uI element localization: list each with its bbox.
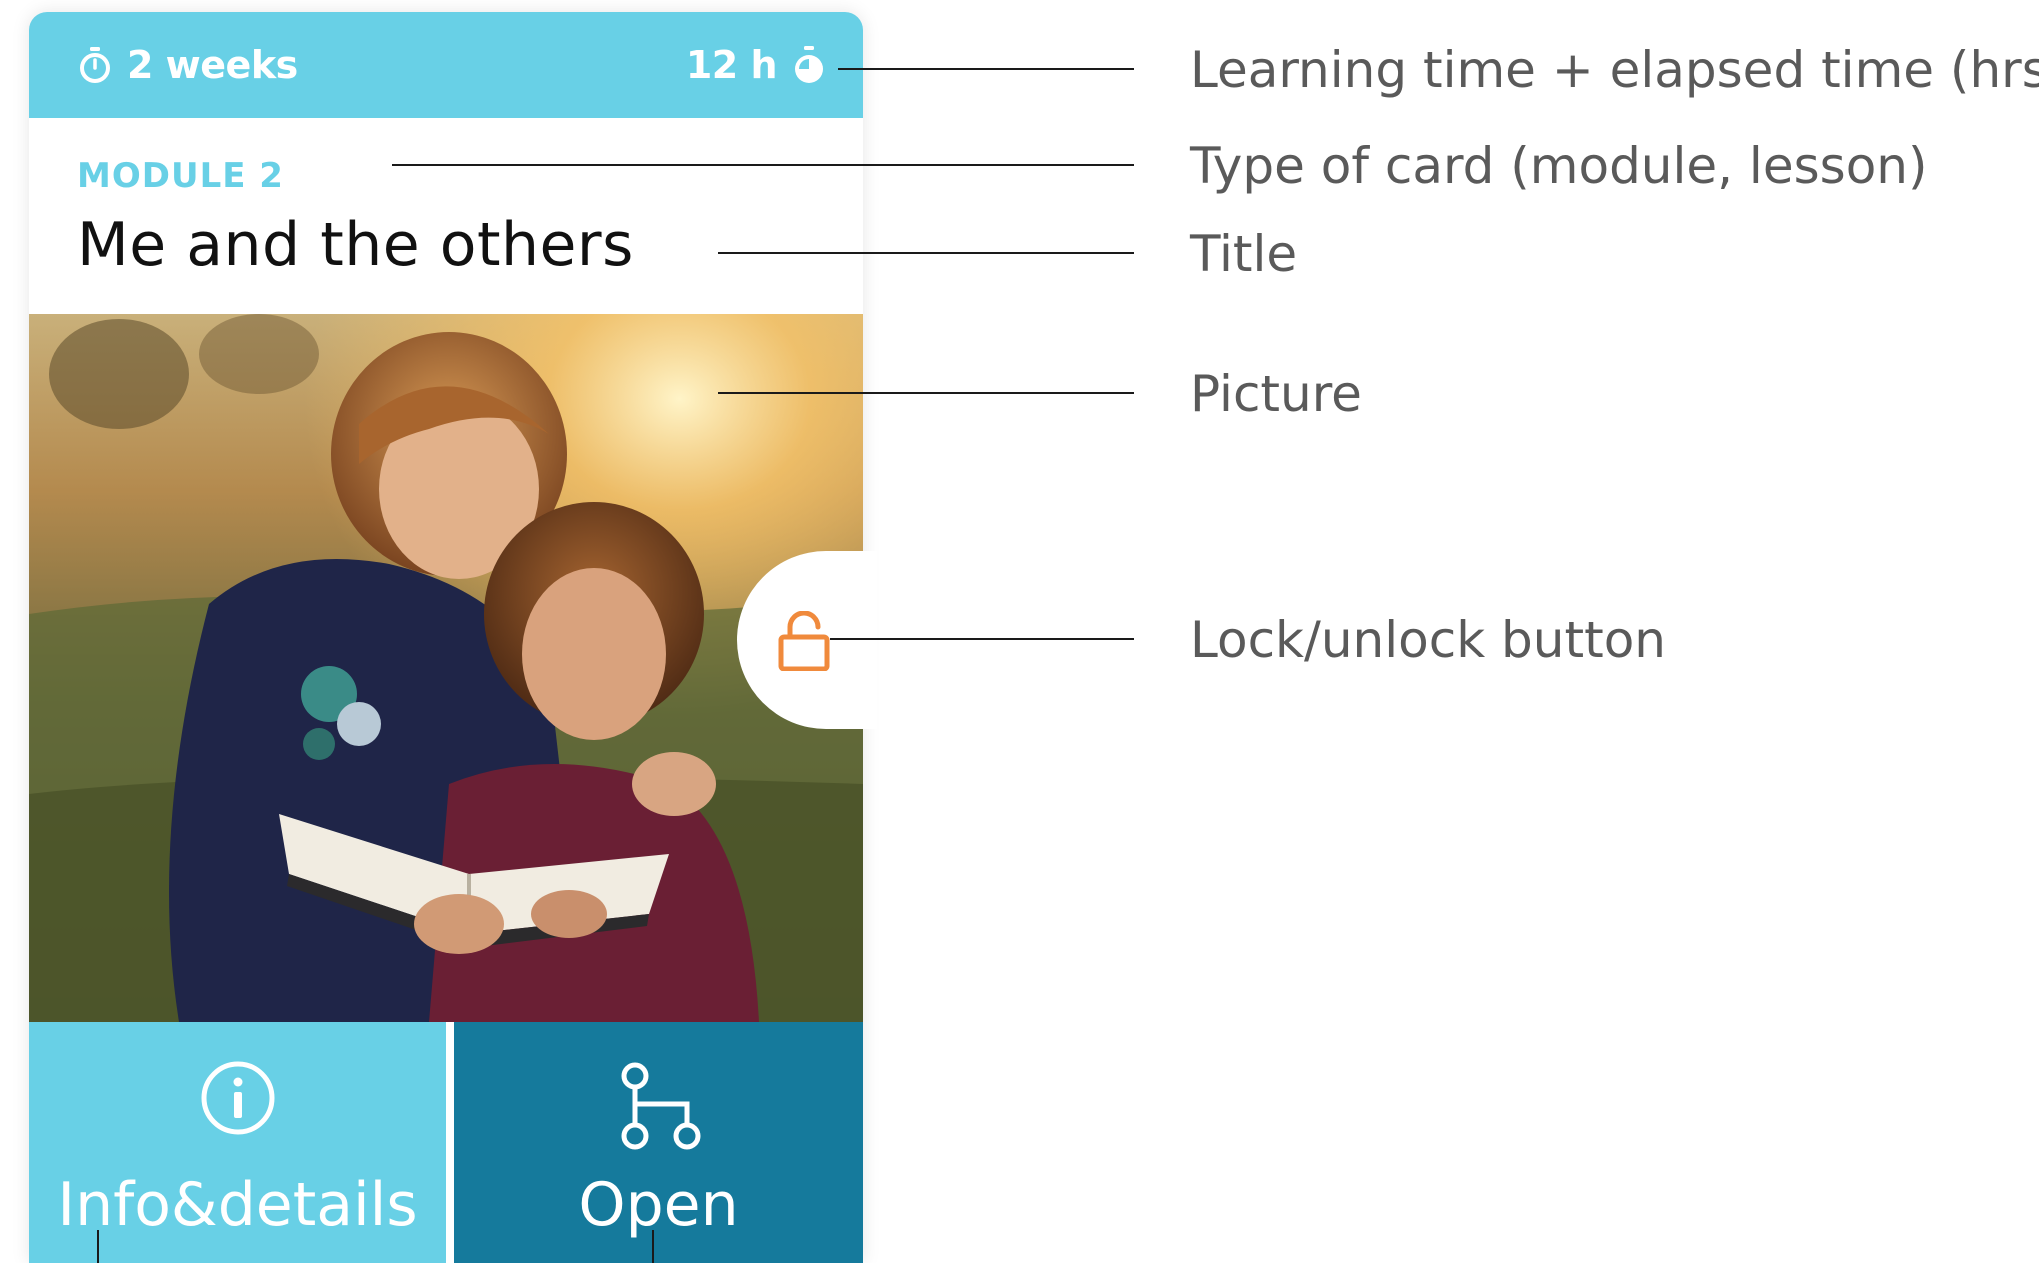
callout-line-open — [652, 1230, 654, 1263]
callout-line-lock — [830, 638, 1134, 640]
annotation-type: Type of card (module, lesson) — [1190, 137, 1928, 195]
info-circle-icon — [198, 1058, 278, 1138]
callout-line-info — [97, 1230, 99, 1263]
callout-line-title — [718, 252, 1134, 254]
learning-time: 2 weeks — [77, 40, 298, 90]
children-reading-photo — [29, 314, 863, 1022]
branch-nodes-icon — [611, 1058, 707, 1154]
card-time-bar: 2 weeks 12 h — [29, 12, 863, 118]
card-title: Me and the others — [77, 210, 634, 280]
annotation-picture: Picture — [1190, 365, 1362, 423]
annotation-time: Learning time + elapsed time (hrs) — [1190, 41, 2039, 99]
stopwatch-icon — [77, 45, 113, 85]
card-anatomy-diagram: 2 weeks 12 h MODULE 2 Me and the others — [0, 0, 2039, 1263]
open-button[interactable]: Open — [454, 1022, 863, 1263]
info-details-label: Info&details — [57, 1170, 418, 1240]
open-label: Open — [578, 1170, 739, 1240]
elapsed-time-text: 12 h — [685, 43, 778, 87]
elapsed-time: 12 h — [686, 40, 827, 90]
callout-line-type — [392, 164, 1134, 166]
callout-line-picture — [718, 392, 1134, 394]
card-actions: Info&details Open — [29, 1022, 863, 1263]
annotation-lock: Lock/unlock button — [1190, 611, 1666, 669]
learning-time-text: 2 weeks — [127, 43, 298, 87]
card-picture — [29, 314, 863, 1022]
padlock-icon — [778, 611, 830, 671]
callout-line-time — [838, 68, 1134, 70]
card-type-label: MODULE 2 — [77, 156, 284, 196]
stopwatch-filled-icon — [791, 44, 827, 86]
info-details-button[interactable]: Info&details — [29, 1022, 446, 1263]
annotation-title: Title — [1190, 225, 1298, 283]
card-header: MODULE 2 Me and the others — [29, 118, 863, 314]
